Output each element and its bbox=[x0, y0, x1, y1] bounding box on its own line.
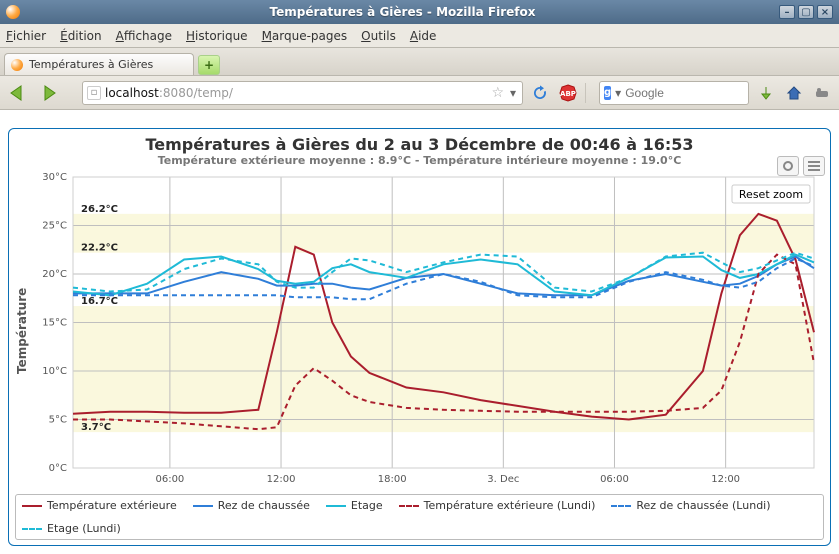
legend-swatch bbox=[22, 528, 42, 530]
legend-swatch bbox=[611, 505, 631, 507]
home-button[interactable] bbox=[783, 82, 805, 104]
tab-active[interactable]: Températures à Gières bbox=[4, 53, 194, 75]
legend-label: Rez de chaussée bbox=[218, 499, 310, 512]
chart-legend: Température extérieure Rez de chaussée Eta… bbox=[15, 494, 824, 540]
svg-text:10°C: 10°C bbox=[42, 366, 67, 377]
y-axis-label: Température bbox=[13, 171, 31, 490]
svg-text:ABP: ABP bbox=[560, 90, 576, 98]
url-host: localhost bbox=[105, 86, 159, 100]
svg-text:06:00: 06:00 bbox=[155, 474, 184, 485]
svg-text:16.7°C: 16.7°C bbox=[81, 296, 118, 307]
tab-strip: Températures à Gières + bbox=[0, 48, 839, 76]
svg-text:30°C: 30°C bbox=[42, 172, 67, 183]
legend-label: Rez de chaussée (Lundi) bbox=[636, 499, 770, 512]
menu-edition[interactable]: Édition bbox=[60, 24, 102, 47]
firefox-icon bbox=[6, 5, 20, 19]
window-titlebar: Températures à Gières - Mozilla Firefox … bbox=[0, 0, 839, 24]
menu-aide[interactable]: Aide bbox=[410, 24, 437, 47]
legend-label: Température extérieure bbox=[47, 499, 177, 512]
adblock-icon[interactable]: ABP bbox=[557, 82, 579, 104]
svg-text:20°C: 20°C bbox=[42, 269, 67, 280]
svg-text:0°C: 0°C bbox=[49, 463, 67, 474]
window-title: Températures à Gières - Mozilla Firefox bbox=[26, 5, 779, 19]
navigation-toolbar: ▫ localhost:8080/temp/ ☆ ▾ ABP g ▾ bbox=[0, 76, 839, 110]
chart-container: Températures à Gières du 2 au 3 Décembre… bbox=[8, 128, 831, 546]
plot-area[interactable]: 0°C 5°C 10°C 15°C 20°C 25°C 30°C 06:00 12:00 18:0… bbox=[31, 171, 826, 490]
svg-text:18:00: 18:00 bbox=[378, 474, 407, 485]
reset-zoom-button: Reset zoom bbox=[739, 188, 803, 201]
legend-swatch bbox=[399, 505, 419, 507]
menu-marquepages[interactable]: Marque-pages bbox=[262, 24, 348, 47]
legend-label: Etage (Lundi) bbox=[47, 522, 121, 535]
window-controls: – ▢ × bbox=[779, 5, 833, 19]
svg-text:26.2°C: 26.2°C bbox=[81, 204, 118, 215]
svg-text:22.2°C: 22.2°C bbox=[81, 243, 118, 254]
svg-text:12:00: 12:00 bbox=[711, 474, 740, 485]
menu-fichier[interactable]: Fichier bbox=[6, 24, 46, 47]
legend-item-ext[interactable]: Température extérieure bbox=[22, 499, 177, 512]
legend-swatch bbox=[193, 505, 213, 507]
svg-text:12:00: 12:00 bbox=[267, 474, 296, 485]
url-dropdown-icon[interactable]: ▾ bbox=[508, 88, 518, 98]
tab-favicon bbox=[11, 59, 23, 71]
close-button[interactable]: × bbox=[817, 5, 833, 19]
url-path: /temp/ bbox=[193, 86, 232, 100]
addon-icon[interactable] bbox=[811, 82, 833, 104]
search-box[interactable]: g ▾ bbox=[599, 81, 749, 105]
back-button[interactable] bbox=[6, 81, 32, 105]
legend-swatch bbox=[326, 505, 346, 507]
legend-item-rdc_lundi[interactable]: Rez de chaussée (Lundi) bbox=[611, 499, 770, 512]
reload-button[interactable] bbox=[529, 82, 551, 104]
identity-icon[interactable]: ▫ bbox=[87, 86, 101, 100]
menu-affichage[interactable]: Affichage bbox=[116, 24, 172, 47]
maximize-button[interactable]: ▢ bbox=[798, 5, 814, 19]
minimize-button[interactable]: – bbox=[779, 5, 795, 19]
search-engine-dropdown[interactable]: ▾ bbox=[615, 88, 621, 98]
legend-item-etage_lundi[interactable]: Etage (Lundi) bbox=[22, 522, 121, 535]
page-content: Températures à Gières du 2 au 3 Décembre… bbox=[0, 110, 839, 554]
bookmark-star-icon[interactable]: ☆ bbox=[491, 85, 504, 101]
svg-text:3. Dec: 3. Dec bbox=[487, 474, 519, 485]
forward-button[interactable] bbox=[38, 81, 64, 105]
legend-item-etage[interactable]: Etage bbox=[326, 499, 383, 512]
menu-outils[interactable]: Outils bbox=[361, 24, 396, 47]
tab-label: Températures à Gières bbox=[29, 58, 153, 71]
legend-item-rdc[interactable]: Rez de chaussée bbox=[193, 499, 310, 512]
search-engine-icon[interactable]: g bbox=[604, 86, 611, 100]
menu-historique[interactable]: Historique bbox=[186, 24, 248, 47]
downloads-button[interactable] bbox=[755, 82, 777, 104]
chart-subtitle: Température extérieure moyenne : 8.9°C -… bbox=[13, 154, 826, 167]
legend-item-ext_lundi[interactable]: Température extérieure (Lundi) bbox=[399, 499, 596, 512]
legend-label: Température extérieure (Lundi) bbox=[424, 499, 596, 512]
chart-title: Températures à Gières du 2 au 3 Décembre… bbox=[13, 135, 826, 154]
svg-text:06:00: 06:00 bbox=[600, 474, 629, 485]
svg-text:3.7°C: 3.7°C bbox=[81, 422, 111, 433]
svg-text:25°C: 25°C bbox=[42, 221, 67, 232]
legend-swatch bbox=[22, 505, 42, 507]
svg-text:15°C: 15°C bbox=[42, 318, 67, 329]
url-text: localhost:8080/temp/ bbox=[105, 86, 233, 100]
chart-body: Température 0°C 5°C 10°C 15°C 20°C 25°C 30°C 06… bbox=[13, 171, 826, 490]
new-tab-button[interactable]: + bbox=[198, 55, 220, 75]
url-bar[interactable]: ▫ localhost:8080/temp/ ☆ ▾ bbox=[82, 81, 523, 105]
svg-text:5°C: 5°C bbox=[49, 415, 67, 426]
url-port: :8080 bbox=[159, 86, 194, 100]
menu-bar: Fichier Édition Affichage Historique Marque-… bbox=[0, 24, 839, 48]
chart-header: Températures à Gières du 2 au 3 Décembre… bbox=[13, 133, 826, 171]
legend-label: Etage bbox=[351, 499, 383, 512]
